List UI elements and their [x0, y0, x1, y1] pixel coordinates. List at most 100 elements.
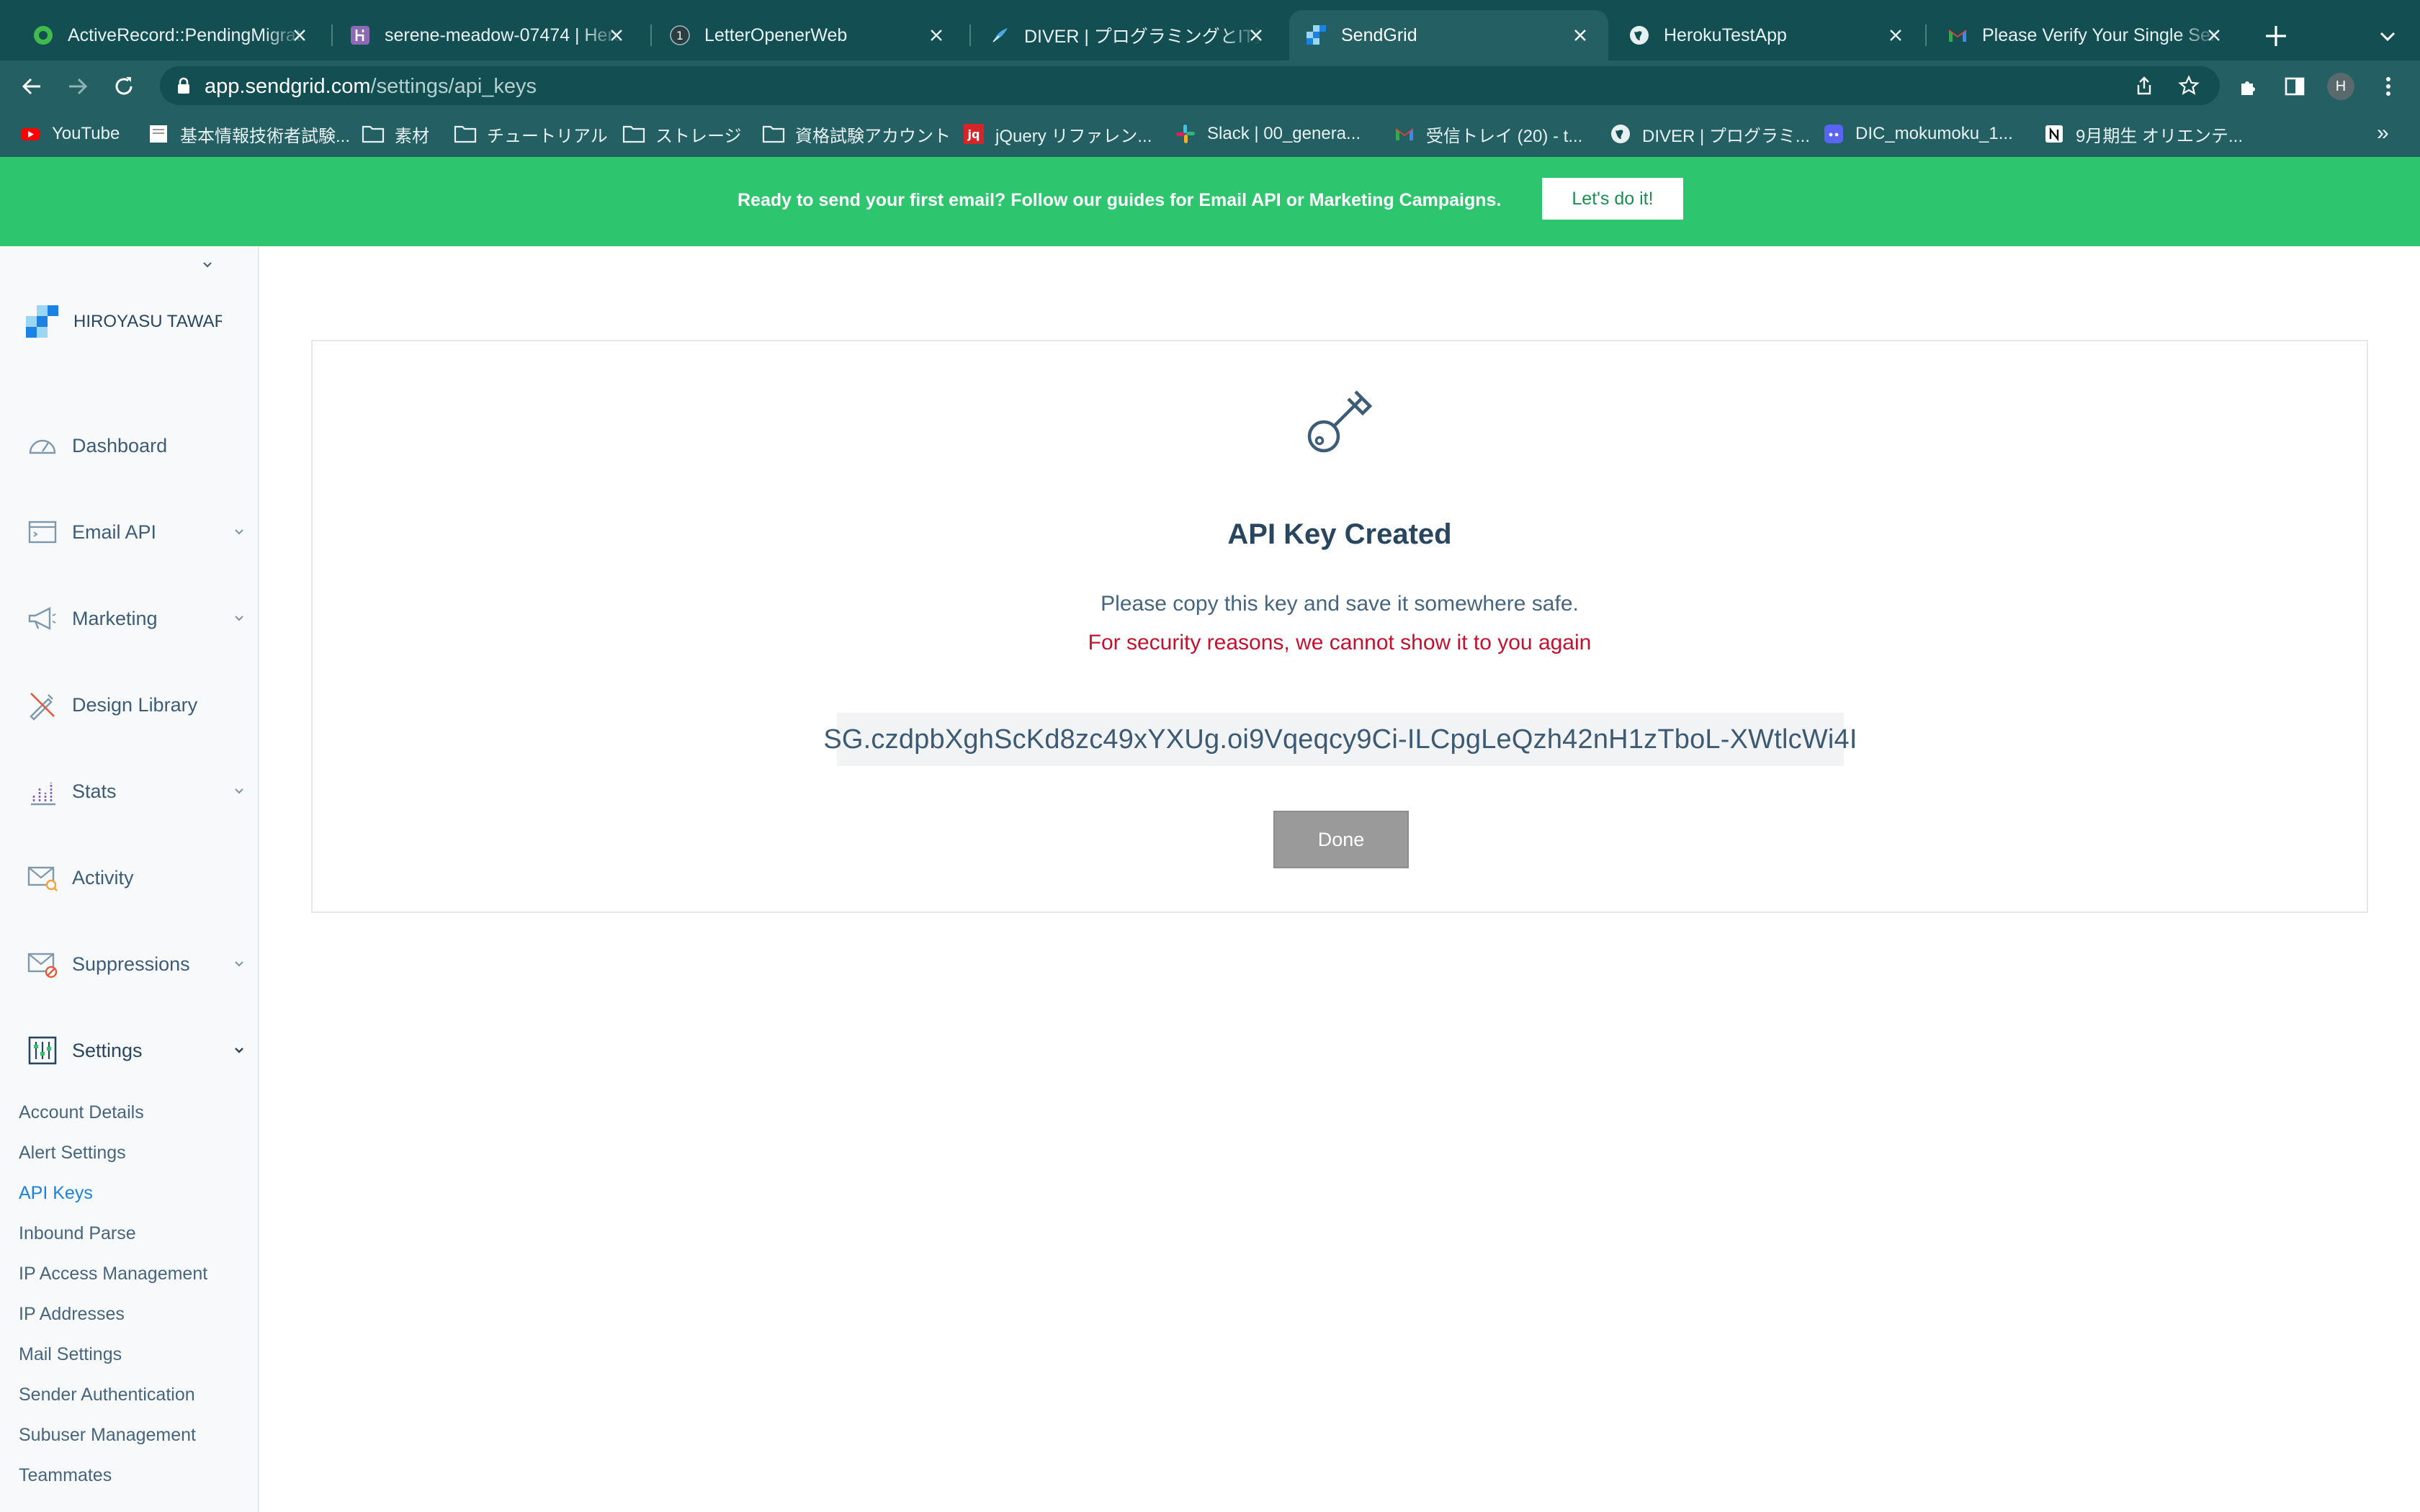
settings-link-ip-addresses[interactable]: IP Addresses	[19, 1304, 125, 1325]
back-arrow-icon[interactable]	[17, 72, 46, 101]
browser-tab[interactable]: DIVER | プログラミングとIT資格	[956, 10, 1284, 60]
sidebar-item-marketing[interactable]: Marketing	[26, 600, 249, 636]
sidebar-item-label: Marketing	[72, 607, 158, 629]
sidebar-item-stats[interactable]: Stats	[26, 773, 249, 809]
tab-title: DIVER | プログラミングとIT資格	[1024, 27, 1262, 47]
address-bar[interactable]: app.sendgrid.com/settings/api_keys	[160, 66, 2220, 105]
bookmark-folder[interactable]: 資格試験アカウント	[762, 121, 951, 147]
profile-avatar[interactable]: H	[2327, 73, 2354, 100]
done-button[interactable]: Done	[1273, 811, 1409, 868]
bookmark-item[interactable]: 基本情報技術者試験...	[147, 121, 350, 147]
close-icon[interactable]	[2203, 24, 2225, 46]
sidebar-item-label: Stats	[72, 780, 117, 802]
browser-tab-strip: ActiveRecord::PendingMigrationError sere…	[0, 0, 2420, 60]
kebab-menu-icon[interactable]	[2375, 73, 2401, 99]
folder-icon	[762, 122, 785, 145]
settings-link-subuser-management[interactable]: Subuser Management	[19, 1425, 196, 1446]
card-title: API Key Created	[1227, 518, 1452, 550]
bookmark-item[interactable]: 受信トレイ (20) - t...	[1393, 121, 1582, 147]
bookmark-label: チュートリアル	[487, 126, 608, 146]
tab-title: serene-meadow-07474 | Heroku	[385, 24, 622, 45]
bookmark-item[interactable]: DIVER | プログラミ...	[1609, 121, 1810, 147]
side-panel-icon[interactable]	[2282, 73, 2308, 99]
close-icon[interactable]	[926, 24, 947, 46]
diver-icon	[988, 24, 1011, 47]
sendgrid-logo-icon	[24, 305, 59, 339]
tab-title: ActiveRecord::PendingMigrationError	[68, 24, 305, 45]
settings-link-account-details[interactable]: Account Details	[19, 1102, 144, 1123]
extensions-puzzle-icon[interactable]	[2236, 73, 2262, 99]
bookmark-item[interactable]: DIC_mokumoku_1...	[1822, 121, 2013, 147]
sidebar: HIROYASU TAWARA Dashboard Email API Mark…	[0, 246, 259, 1512]
sidebar-item-label: Email API	[72, 521, 157, 543]
copy-instruction-text: Please copy this key and save it somewhe…	[1101, 592, 1579, 616]
folder-icon	[362, 122, 385, 145]
tab-title: SendGrid	[1341, 24, 1417, 45]
browser-tab-active[interactable]: SendGrid	[1289, 10, 1608, 60]
letter-opener-icon: 1	[668, 24, 691, 47]
browser-tab[interactable]: ActiveRecord::PendingMigrationError	[0, 10, 328, 60]
bookmark-label: ストレージ	[655, 126, 742, 146]
bookmark-label: 資格試験アカウント	[795, 126, 951, 146]
account-name: HIROYASU TAWARA	[73, 312, 222, 331]
reload-icon[interactable]	[109, 72, 138, 101]
bookmark-item[interactable]: 9月期生 オリエンテ...	[2043, 121, 2243, 147]
bookmark-folder[interactable]: 素材	[362, 121, 429, 147]
banner-text: Ready to send your first email? Follow o…	[738, 190, 1502, 210]
lock-icon	[174, 76, 193, 95]
sidebar-item-label: Suppressions	[72, 953, 190, 975]
bookmark-folder[interactable]: チュートリアル	[454, 121, 608, 147]
settings-link-alert-settings[interactable]: Alert Settings	[19, 1143, 126, 1164]
bookmark-item[interactable]: Slack | 00_genera...	[1174, 121, 1361, 147]
sidebar-item-suppressions[interactable]: Suppressions	[26, 946, 249, 982]
discord-icon	[1822, 122, 1845, 145]
lets-do-it-button[interactable]: Let's do it!	[1542, 178, 1683, 220]
bookmark-youtube[interactable]: YouTube	[19, 121, 120, 147]
sidebar-item-dashboard[interactable]: Dashboard	[26, 428, 249, 464]
gmail-icon	[1946, 24, 1969, 47]
new-tab-plus-icon[interactable]	[2262, 22, 2290, 50]
bookmark-folder[interactable]: ストレージ	[622, 121, 742, 147]
browser-toolbar: app.sendgrid.com/settings/api_keys H	[0, 60, 2420, 111]
svg-text:jq: jq	[967, 127, 980, 141]
forward-arrow-icon[interactable]	[63, 72, 92, 101]
folder-icon	[622, 122, 645, 145]
settings-link-teammates[interactable]: Teammates	[19, 1465, 112, 1486]
account-switcher[interactable]: HIROYASU TAWARA	[24, 304, 222, 340]
sidebar-item-label: Activity	[72, 866, 134, 888]
share-icon[interactable]	[2133, 75, 2155, 96]
heroku-icon	[349, 24, 372, 47]
browser-tab[interactable]: 1 LetterOpenerWeb	[637, 10, 964, 60]
api-key-field[interactable]: SG.czdpbXghScKd8zc49xYXUg.oi9Vqeqcy9Ci-I…	[823, 713, 1857, 766]
settings-link-mail-settings[interactable]: Mail Settings	[19, 1344, 122, 1365]
email-api-icon	[26, 516, 59, 549]
close-icon[interactable]	[1245, 24, 1267, 46]
bookmark-item[interactable]: jq jQuery リファレン...	[962, 121, 1152, 147]
close-icon[interactable]	[289, 24, 310, 46]
close-icon[interactable]	[606, 24, 627, 46]
bookmark-star-icon[interactable]	[2178, 75, 2200, 96]
chevron-down-icon[interactable]	[200, 258, 215, 272]
settings-link-api-keys[interactable]: API Keys	[19, 1183, 93, 1204]
close-icon[interactable]	[1885, 24, 1906, 46]
tab-search-chevron-icon[interactable]	[2375, 24, 2400, 49]
bookmark-label: 素材	[395, 126, 429, 146]
settings-link-sender-authentication[interactable]: Sender Authentication	[19, 1385, 195, 1405]
browser-tab[interactable]: HerokuTestApp	[1596, 10, 1924, 60]
dashboard-gauge-icon	[26, 429, 59, 462]
settings-link-inbound-parse[interactable]: Inbound Parse	[19, 1223, 136, 1244]
close-icon[interactable]	[1569, 24, 1591, 46]
sidebar-item-email-api[interactable]: Email API	[26, 514, 249, 550]
page-icon	[147, 122, 170, 145]
chevron-down-icon	[232, 784, 246, 798]
sidebar-item-settings[interactable]: Settings	[26, 1032, 249, 1068]
browser-tab[interactable]: Please Verify Your Single Sender	[1914, 10, 2242, 60]
browser-tab[interactable]: serene-meadow-07474 | Heroku	[317, 10, 645, 60]
api-key-value[interactable]: SG.czdpbXghScKd8zc49xYXUg.oi9Vqeqcy9Ci-I…	[823, 724, 1857, 755]
settings-sliders-icon	[26, 1034, 59, 1067]
bookmarks-overflow-chevron[interactable]: »	[2377, 121, 2389, 145]
sidebar-item-activity[interactable]: Activity	[26, 860, 249, 896]
url-text: app.sendgrid.com/settings/api_keys	[205, 75, 537, 98]
sidebar-item-design-library[interactable]: Design Library	[26, 687, 249, 723]
settings-link-ip-access-management[interactable]: IP Access Management	[19, 1264, 207, 1284]
